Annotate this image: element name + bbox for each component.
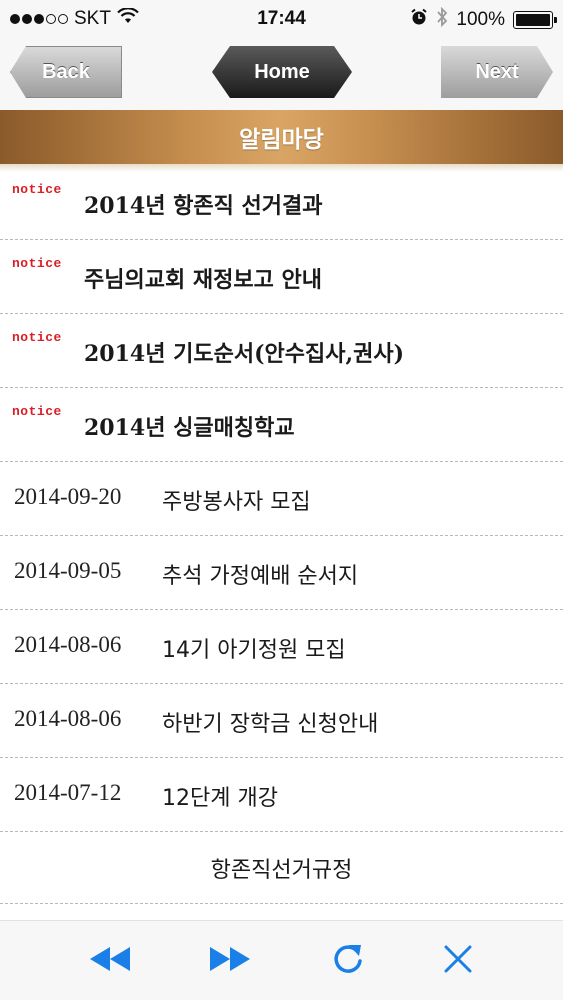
notice-list: notice 2014년 항존직 선거결과 notice 주님의교회 재정보고 …: [0, 166, 563, 904]
home-button[interactable]: Home: [212, 46, 352, 98]
battery-percent: 100%: [456, 9, 505, 30]
refresh-icon: [331, 941, 365, 981]
rewind-icon: [88, 945, 132, 977]
page-title: 알림마당: [239, 127, 324, 153]
post-row[interactable]: 2014-08-06 14기 아기정원 모집: [0, 610, 563, 684]
notice-badge: notice: [12, 404, 62, 419]
election-rules-label: 항존직선거규정: [210, 857, 353, 883]
notice-badge: notice: [12, 182, 62, 197]
page-header: 알림마당: [0, 110, 563, 164]
notice-title: 2014년 기도순서(안수집사,권사): [84, 341, 405, 367]
battery-icon: [513, 11, 557, 29]
close-icon: [442, 943, 474, 979]
refresh-button[interactable]: [326, 941, 370, 981]
notice-title: 주님의교회 재정보고 안내: [84, 267, 322, 293]
post-row[interactable]: 2014-09-20 주방봉사자 모집: [0, 462, 563, 536]
post-title: 추석 가정예배 순서지: [162, 564, 359, 589]
post-title: 14기 아기정원 모집: [162, 638, 346, 663]
notice-row[interactable]: notice 주님의교회 재정보고 안내: [0, 240, 563, 314]
post-title: 하반기 장학금 신청안내: [162, 712, 379, 737]
bottom-toolbar: [0, 920, 563, 1000]
close-button[interactable]: [436, 941, 480, 981]
notice-title: 2014년 항존직 선거결과: [84, 193, 323, 219]
fast-forward-button[interactable]: [208, 941, 252, 981]
notice-title: 2014년 싱글매칭학교: [84, 415, 295, 441]
post-row[interactable]: 2014-07-12 12단계 개강: [0, 758, 563, 832]
rewind-button[interactable]: [88, 941, 132, 981]
notice-row[interactable]: notice 2014년 항존직 선거결과: [0, 166, 563, 240]
status-right: 100%: [410, 6, 557, 33]
status-bar: SKT 17:44 100%: [0, 0, 563, 36]
election-rules-link[interactable]: 항존직선거규정: [0, 832, 563, 904]
post-date: 2014-09-05: [14, 558, 122, 583]
notice-badge: notice: [12, 256, 62, 271]
post-date: 2014-08-06: [14, 706, 122, 731]
post-row[interactable]: 2014-09-05 추석 가정예배 순서지: [0, 536, 563, 610]
post-date: 2014-09-20: [14, 484, 122, 509]
post-date: 2014-08-06: [14, 632, 122, 657]
post-row[interactable]: 2014-08-06 하반기 장학금 신청안내: [0, 684, 563, 758]
next-button[interactable]: Next: [441, 46, 553, 98]
bluetooth-icon: [436, 6, 448, 33]
navigation-bar: Back Home Next: [0, 36, 563, 110]
notice-row[interactable]: notice 2014년 싱글매칭학교: [0, 388, 563, 462]
notice-badge: notice: [12, 330, 62, 345]
alarm-clock-icon: [410, 8, 428, 32]
fast-forward-icon: [208, 945, 252, 977]
notice-row[interactable]: notice 2014년 기도순서(안수집사,권사): [0, 314, 563, 388]
post-title: 12단계 개강: [162, 786, 278, 811]
post-date: 2014-07-12: [14, 780, 122, 805]
post-title: 주방봉사자 모집: [162, 490, 311, 515]
back-button[interactable]: Back: [10, 46, 122, 98]
